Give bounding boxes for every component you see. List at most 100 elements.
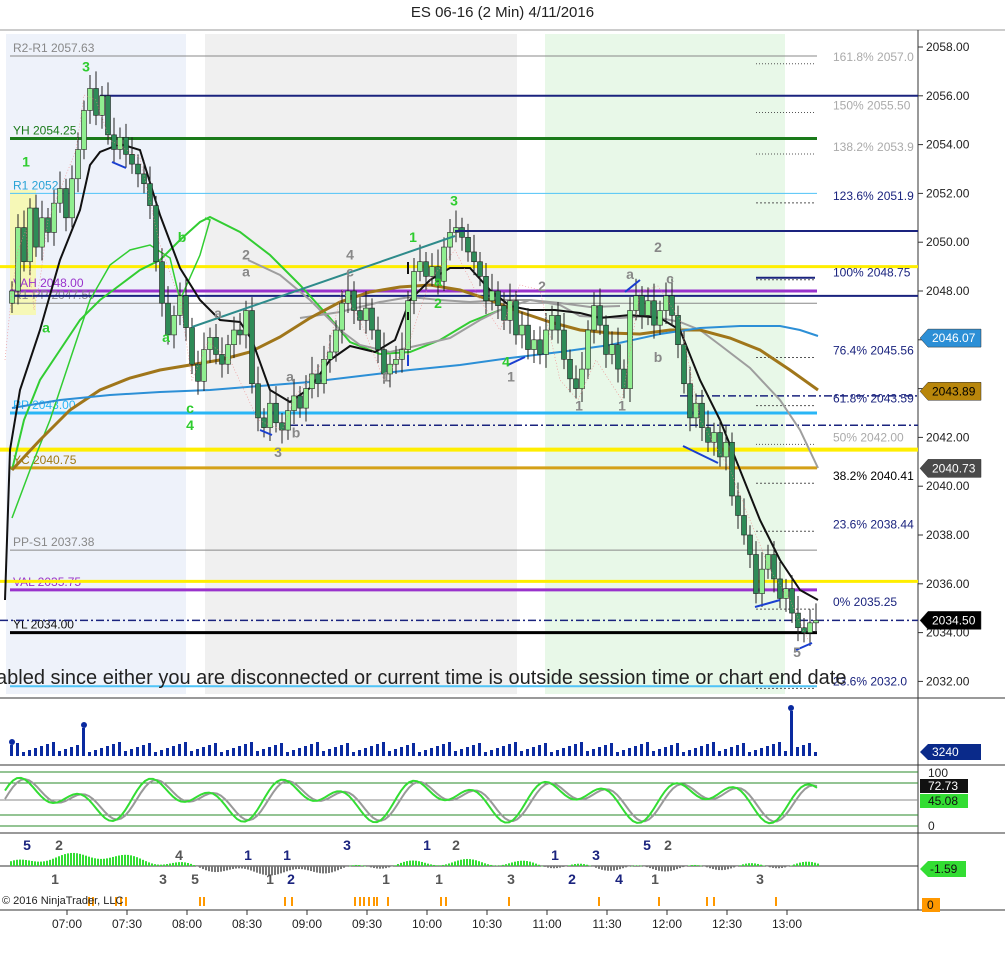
volume-bar: [496, 748, 499, 756]
momentum-bar: [124, 854, 126, 866]
momentum-bar: [496, 865, 498, 867]
price-marker-label: 2040.73: [932, 461, 976, 475]
momentum-bar: [484, 863, 486, 866]
momentum-bar: [118, 855, 120, 866]
candle-body: [249, 310, 255, 385]
time-marker-tick: [354, 897, 356, 906]
volume-bar: [52, 742, 55, 756]
candle-body: [57, 188, 63, 204]
momentum-bar: [457, 860, 459, 866]
momentum-bar: [211, 866, 213, 872]
candle-body: [9, 290, 15, 304]
momentum-wave-label: 4: [615, 871, 623, 887]
momentum-bar: [388, 866, 390, 868]
momentum-bar: [187, 862, 189, 866]
volume-bar: [208, 745, 211, 756]
momentum-bar: [394, 865, 396, 866]
volume-bar: [412, 743, 415, 756]
candle-body: [333, 329, 339, 353]
momentum-bar: [223, 866, 225, 872]
candle-body: [201, 349, 207, 382]
momentum-bar: [736, 866, 738, 867]
momentum-bar: [595, 866, 597, 868]
volume-bar: [46, 744, 49, 756]
momentum-bar: [103, 858, 105, 866]
momentum-bar: [385, 866, 387, 869]
momentum-bar: [571, 864, 573, 866]
time-marker-tick: [508, 897, 510, 906]
momentum-bar: [298, 866, 300, 869]
wave-label: 1: [507, 368, 515, 384]
momentum-bar: [274, 866, 276, 875]
candle-body: [489, 290, 495, 302]
candle-body: [171, 315, 177, 336]
wave-label: c: [666, 271, 674, 287]
level-label: R1 2052: [13, 178, 59, 192]
momentum-bar: [502, 864, 504, 866]
candle-body: [129, 154, 135, 165]
candle-body: [597, 305, 603, 326]
candle-body: [141, 173, 147, 184]
candle-body: [663, 295, 669, 311]
candle-body: [297, 395, 303, 409]
momentum-bar: [532, 862, 534, 866]
momentum-bar: [472, 859, 474, 866]
volume-bar: [394, 749, 397, 756]
candle-body: [633, 295, 639, 311]
time-marker-tick: [706, 897, 708, 906]
momentum-bar: [295, 866, 297, 870]
candle-body: [285, 410, 291, 431]
momentum-bar: [46, 860, 48, 866]
volume-bar: [256, 751, 259, 756]
candle-body: [237, 329, 243, 336]
momentum-bar: [568, 865, 570, 866]
momentum-bar: [676, 866, 678, 870]
volume-bar: [268, 747, 271, 756]
momentum-bar: [775, 866, 777, 869]
momentum-bar: [526, 861, 528, 866]
volume-bar: [466, 747, 469, 756]
candle-body: [219, 354, 225, 365]
time-tick-label: 08:30: [232, 917, 262, 931]
momentum-bar: [343, 866, 345, 868]
candle-body: [339, 302, 345, 331]
momentum-bar: [436, 865, 438, 866]
momentum-wave-label: 1: [423, 837, 431, 853]
volume-bar: [502, 746, 505, 756]
momentum-wave-label: 1: [551, 847, 559, 863]
volume-bar: [160, 750, 163, 756]
volume-bar: [604, 745, 607, 756]
candle-body: [327, 351, 333, 360]
momentum-bar: [367, 866, 369, 867]
candle-body: [75, 149, 81, 180]
momentum-bar: [97, 858, 99, 866]
momentum-bar: [550, 866, 552, 869]
momentum-bar: [622, 866, 624, 869]
momentum-bar: [382, 866, 384, 869]
momentum-bar: [202, 866, 204, 870]
momentum-bar: [262, 866, 264, 875]
time-tick-label: 12:00: [652, 917, 682, 931]
candle-body: [447, 232, 453, 248]
volume-bar: [190, 751, 193, 756]
momentum-bar: [559, 866, 561, 868]
candle-body: [261, 417, 267, 428]
time-marker-tick: [598, 897, 600, 906]
momentum-bar: [547, 866, 549, 868]
volume-bar: [352, 752, 355, 756]
momentum-bar: [592, 866, 594, 867]
wave-label: 2: [654, 239, 662, 255]
volume-bar: [28, 750, 31, 756]
volume-bar: [22, 752, 25, 756]
momentum-bar: [577, 863, 579, 866]
chart-canvas[interactable]: R2-R1 2057.63YH 2054.25R1 2052VAH 2048.0…: [0, 0, 1005, 965]
momentum-wave-label: 1: [283, 847, 291, 863]
price-tick-label: 2036.00: [926, 577, 970, 591]
volume-bar: [718, 751, 721, 756]
volume-bar: [436, 746, 439, 756]
momentum-bar: [685, 866, 687, 867]
momentum-bar: [619, 866, 621, 870]
momentum-bar: [427, 863, 429, 866]
fib-label: 138.2% 2053.9: [833, 140, 914, 154]
momentum-bar: [757, 863, 759, 866]
